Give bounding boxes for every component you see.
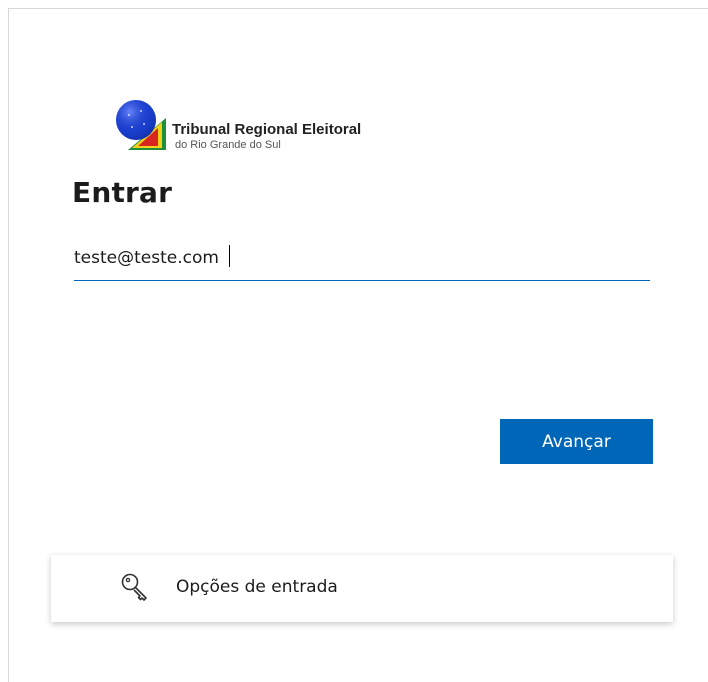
key-icon [121, 573, 147, 601]
signin-options-button[interactable]: Opções de entrada [51, 555, 673, 622]
email-input[interactable] [74, 240, 650, 276]
globe-flag-icon [116, 100, 166, 150]
organization-logo: Tribunal Regional Eleitoral do Rio Grand… [114, 98, 384, 158]
frame-border-left [8, 8, 9, 682]
logo-subtitle: do Rio Grande do Sul [175, 139, 281, 151]
frame-border-top [8, 8, 708, 9]
email-field[interactable] [74, 240, 650, 281]
signin-options-label: Opções de entrada [176, 577, 338, 597]
logo-title: Tribunal Regional Eleitoral [172, 121, 362, 138]
text-caret [229, 245, 230, 267]
page-title: Entrar [72, 176, 173, 209]
next-button[interactable]: Avançar [500, 419, 653, 464]
login-page: Tribunal Regional Eleitoral do Rio Grand… [0, 0, 708, 682]
